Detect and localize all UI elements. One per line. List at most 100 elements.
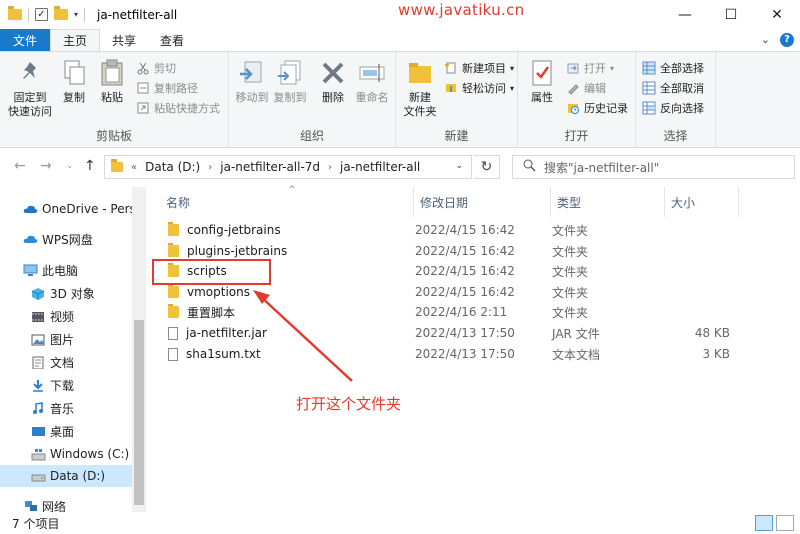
search-icon	[523, 159, 536, 175]
open-group: 属性 打开 ▾ 编辑 历史记录 打开	[518, 52, 636, 148]
group-label: 组织	[299, 129, 324, 143]
sidebar-item-3d-objects[interactable]: 3D 对象	[0, 282, 132, 304]
column-header-type[interactable]: 类型	[551, 187, 665, 217]
easy-access-button[interactable]: 轻松访问 ▾	[444, 80, 514, 96]
breadcrumb-drive[interactable]: Data (D:)	[145, 160, 200, 174]
properties-icon[interactable]: ✓	[35, 8, 48, 21]
tab-share[interactable]: 共享	[100, 29, 148, 51]
delete-icon	[318, 58, 348, 88]
search-input[interactable]: 搜索"ja-netfilter-all"	[512, 155, 795, 179]
breadcrumb-parent[interactable]: ja-netfilter-all-7d	[220, 160, 320, 174]
history-button[interactable]: 历史记录	[566, 100, 628, 116]
network-icon	[23, 500, 38, 513]
up-arrow-icon[interactable]: ↑	[84, 158, 96, 174]
new-item-button[interactable]: 新建项目 ▾	[444, 60, 514, 76]
minimize-button[interactable]: —	[662, 0, 708, 29]
file-list: 名称 ^ 修改日期 类型 大小 config-jetbrains 2022/4/…	[146, 185, 800, 512]
sidebar-item-drive-d[interactable]: Data (D:)	[0, 465, 132, 487]
edit-button[interactable]: 编辑	[566, 80, 606, 96]
sidebar-item-onedrive[interactable]: OneDrive - Perso	[0, 198, 132, 220]
scrollbar-thumb[interactable]	[134, 320, 144, 505]
easy-access-icon	[444, 81, 458, 95]
customize-dropdown-icon[interactable]: ▾	[74, 10, 78, 19]
refresh-button[interactable]: ↻	[474, 155, 500, 179]
file-row-reset-script[interactable]: 重置脚本 2022/4/16 2:11 文件夹	[152, 302, 746, 322]
invert-selection-icon	[642, 101, 656, 115]
file-row-config-jetbrains[interactable]: config-jetbrains 2022/4/15 16:42 文件夹	[152, 220, 746, 240]
close-button[interactable]: ✕	[754, 0, 800, 29]
tab-view[interactable]: 查看	[148, 29, 196, 51]
maximize-button[interactable]: ☐	[708, 0, 754, 29]
sidebar-item-downloads[interactable]: 下载	[0, 374, 132, 396]
expand-ribbon-icon[interactable]: ⌄	[761, 33, 770, 47]
tab-file[interactable]: 文件	[0, 29, 51, 51]
file-row-vmoptions[interactable]: vmoptions 2022/4/15 16:42 文件夹	[152, 282, 746, 302]
column-header-size[interactable]: 大小	[665, 187, 739, 217]
tab-home[interactable]: 主页	[50, 29, 101, 51]
select-all-button[interactable]: 全部选择	[642, 60, 704, 76]
new-folder-icon[interactable]	[54, 6, 68, 20]
group-label: 选择	[663, 129, 688, 143]
select-none-button[interactable]: 全部取消	[642, 80, 704, 96]
pin-quick-access-button[interactable]: 固定到 快速访问	[6, 58, 54, 119]
folder-icon	[111, 159, 123, 172]
address-bar[interactable]: « Data (D:) › ja-netfilter-all-7d › ja-n…	[104, 155, 472, 179]
file-row-plugins-jetbrains[interactable]: plugins-jetbrains 2022/4/15 16:42 文件夹	[152, 241, 746, 261]
status-bar: 7 个项目	[0, 512, 800, 534]
overflow-icon[interactable]: «	[131, 162, 137, 173]
copy-path-button[interactable]: 复制路径	[136, 80, 198, 96]
edit-icon	[566, 81, 580, 95]
folder-icon	[168, 304, 179, 318]
text-file-icon	[168, 347, 178, 361]
drive-icon	[31, 470, 46, 483]
column-header-date[interactable]: 修改日期	[414, 187, 551, 217]
open-icon	[566, 61, 580, 75]
properties-button[interactable]: 属性	[524, 58, 560, 105]
back-arrow-icon[interactable]: ←	[14, 158, 26, 174]
music-icon	[31, 401, 46, 415]
folder-icon	[8, 6, 22, 20]
video-icon	[31, 310, 46, 323]
new-item-icon	[444, 61, 458, 75]
rename-button[interactable]: 重命名	[353, 58, 391, 105]
quick-access-toolbar: ✓ ▾	[0, 6, 86, 22]
file-row-jar[interactable]: ja-netfilter.jar 2022/4/13 17:50 JAR 文件 …	[152, 323, 746, 343]
copy-button[interactable]: 复制	[58, 58, 90, 105]
wps-cloud-icon	[23, 233, 38, 246]
window-title: ja-netfilter-all	[97, 7, 178, 22]
chevron-right-icon[interactable]: ›	[328, 162, 332, 173]
large-icons-view-icon[interactable]	[776, 515, 794, 531]
sidebar-item-music[interactable]: 音乐	[0, 397, 132, 419]
open-button[interactable]: 打开 ▾	[566, 60, 614, 76]
recent-locations-icon[interactable]: ⌄	[66, 161, 74, 171]
sidebar-item-pictures[interactable]: 图片	[0, 328, 132, 350]
download-icon	[31, 379, 46, 392]
chevron-right-icon[interactable]: ›	[208, 162, 212, 173]
view-switcher	[755, 515, 794, 531]
sidebar-item-desktop[interactable]: 桌面	[0, 420, 132, 442]
details-view-icon[interactable]	[755, 515, 773, 531]
forward-arrow-icon[interactable]: →	[40, 158, 52, 174]
sidebar-item-drive-c[interactable]: Windows (C:)	[0, 443, 132, 465]
copy-to-button[interactable]: 复制到	[271, 58, 309, 105]
select-none-icon	[642, 81, 656, 95]
sidebar-item-this-pc[interactable]: 此电脑	[0, 259, 132, 281]
move-to-button[interactable]: 移动到	[233, 58, 271, 105]
paste-button[interactable]: 粘贴	[96, 58, 128, 105]
breadcrumb-current[interactable]: ja-netfilter-all	[340, 160, 420, 174]
invert-selection-button[interactable]: 反向选择	[642, 100, 704, 116]
cut-button[interactable]: 剪切	[136, 60, 176, 76]
help-icon[interactable]: ?	[780, 33, 794, 47]
delete-button[interactable]: 删除	[319, 58, 347, 105]
chevron-down-icon[interactable]: ⌄	[455, 161, 463, 171]
sidebar-item-videos[interactable]: 视频	[0, 305, 132, 327]
new-folder-button[interactable]: 新建 文件夹	[400, 58, 440, 119]
windows-drive-icon	[31, 448, 46, 461]
column-header-name[interactable]: 名称 ^	[160, 185, 414, 217]
sidebar-item-wps[interactable]: WPS网盘	[0, 228, 132, 250]
paste-shortcut-button[interactable]: 粘贴快捷方式	[136, 100, 220, 116]
sidebar-scrollbar[interactable]	[132, 187, 146, 512]
file-row-sha1sum[interactable]: sha1sum.txt 2022/4/13 17:50 文本文档 3 KB	[152, 344, 746, 364]
properties-icon	[527, 58, 557, 88]
sidebar-item-documents[interactable]: 文档	[0, 351, 132, 373]
